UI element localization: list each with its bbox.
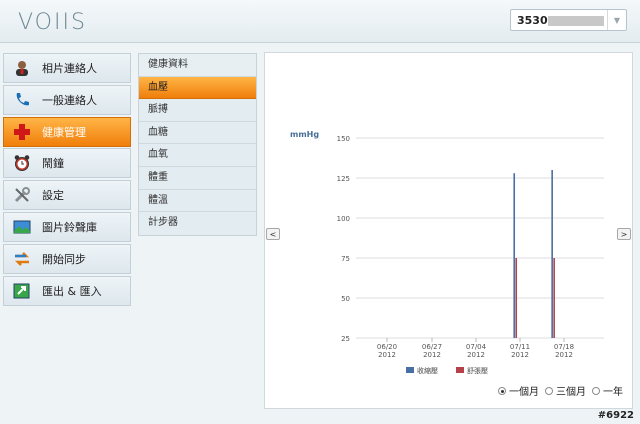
blood-pressure-chart: mmHg25507510012515006/20201206/27201207/… — [290, 130, 604, 375]
y-axis-label: mmHg — [290, 130, 319, 139]
health-submenu: 健康資料 血壓 脈搏 血糖 血氧 體重 體溫 計步器 — [138, 53, 257, 236]
x-tick-year: 2012 — [378, 351, 396, 359]
nav-item-label: 一般連絡人 — [42, 93, 97, 107]
submenu-item-weight[interactable]: 體重 — [139, 167, 256, 190]
device-select-value: 3530 — [517, 14, 548, 27]
x-tick-year: 2012 — [467, 351, 485, 359]
x-tick-year: 2012 — [423, 351, 441, 359]
nav-item-sync[interactable]: 開始同步 — [3, 243, 131, 274]
y-tick-label: 75 — [341, 255, 350, 263]
range-option-label: 一個月 — [509, 387, 539, 398]
health-cross-icon — [12, 122, 32, 142]
data-bar — [553, 258, 555, 338]
x-tick-label: 07/04 — [466, 343, 487, 351]
settings-tools-icon — [12, 185, 32, 205]
nav-item-label: 鬧鐘 — [42, 157, 64, 171]
submenu-item-blood-pressure[interactable]: 血壓 — [139, 76, 256, 100]
prev-page-button[interactable]: < — [266, 228, 280, 240]
header-bar: VOIIS 3530 ▼ — [0, 0, 640, 43]
x-tick-label: 07/18 — [554, 343, 574, 351]
data-bar — [515, 258, 518, 338]
legend-label: 舒張壓 — [467, 366, 488, 375]
media-library-icon — [12, 217, 32, 237]
submenu-item-blood-sugar[interactable]: 血糖 — [139, 122, 256, 145]
y-tick-label: 150 — [337, 135, 350, 143]
submenu-item-pulse[interactable]: 脈搏 — [139, 99, 256, 122]
radio-icon — [592, 386, 600, 395]
legend-label: 收縮壓 — [417, 366, 438, 375]
legend-swatch — [456, 367, 464, 373]
x-tick-year: 2012 — [511, 351, 529, 359]
nav-item-label: 開始同步 — [42, 252, 86, 266]
range-option-label: 三個月 — [556, 387, 586, 398]
import-export-icon — [12, 281, 32, 301]
data-bar — [513, 173, 516, 338]
range-option-1-month[interactable]: 一個月 — [498, 383, 539, 398]
x-tick-label: 07/11 — [510, 343, 530, 351]
range-option-1-year[interactable]: 一年 — [592, 383, 623, 398]
nav-item-label: 圖片鈴聲庫 — [42, 220, 97, 234]
watermark: #6922 — [597, 410, 634, 421]
y-tick-label: 50 — [341, 295, 350, 303]
radio-selected-icon — [498, 386, 506, 395]
nav-item-import-export[interactable]: 匯出 & 匯入 — [3, 275, 131, 306]
sync-icon — [12, 249, 32, 269]
y-tick-label: 125 — [337, 175, 350, 183]
device-select[interactable]: 3530 ▼ — [510, 9, 627, 31]
nav-item-alarm[interactable]: 鬧鐘 — [3, 148, 131, 179]
nav-item-settings[interactable]: 設定 — [3, 180, 131, 211]
nav-item-label: 健康管理 — [42, 125, 86, 139]
alarm-clock-icon — [12, 153, 32, 173]
x-tick-label: 06/27 — [422, 343, 442, 351]
legend-swatch — [406, 367, 414, 373]
y-tick-label: 100 — [337, 215, 350, 223]
nav-item-contacts[interactable]: 一般連絡人 — [3, 84, 131, 115]
submenu-item-temperature[interactable]: 體溫 — [139, 190, 256, 213]
radio-icon — [545, 386, 553, 395]
redacted-mask — [548, 16, 604, 26]
main-nav: 相片連絡人 一般連絡人 健康管理 鬧鐘 設定 圖片鈴聲庫 開始同步 匯出 & 匯… — [3, 53, 131, 307]
submenu-title: 健康資料 — [139, 54, 256, 77]
nav-item-photo-contacts[interactable]: 相片連絡人 — [3, 53, 131, 83]
x-tick-label: 06/20 — [377, 343, 397, 351]
nav-item-label: 匯出 & 匯入 — [42, 284, 102, 298]
x-tick-year: 2012 — [555, 351, 573, 359]
range-option-3-months[interactable]: 三個月 — [545, 383, 586, 398]
contact-photo-icon — [12, 58, 32, 78]
next-page-button[interactable]: > — [617, 228, 631, 240]
chevron-down-icon[interactable]: ▼ — [607, 10, 626, 30]
range-selector: 一個月 三個月 一年 — [498, 383, 623, 398]
nav-item-label: 設定 — [42, 189, 64, 203]
data-bar — [551, 170, 553, 338]
app-logo: VOIIS — [18, 10, 87, 35]
range-option-label: 一年 — [603, 387, 623, 398]
nav-item-label: 相片連絡人 — [42, 62, 97, 75]
phone-icon — [12, 90, 32, 110]
submenu-item-pedometer[interactable]: 計步器 — [139, 212, 256, 235]
nav-item-media-library[interactable]: 圖片鈴聲庫 — [3, 211, 131, 242]
submenu-item-blood-oxygen[interactable]: 血氧 — [139, 144, 256, 167]
y-tick-label: 25 — [341, 335, 350, 343]
nav-item-health[interactable]: 健康管理 — [3, 116, 131, 147]
